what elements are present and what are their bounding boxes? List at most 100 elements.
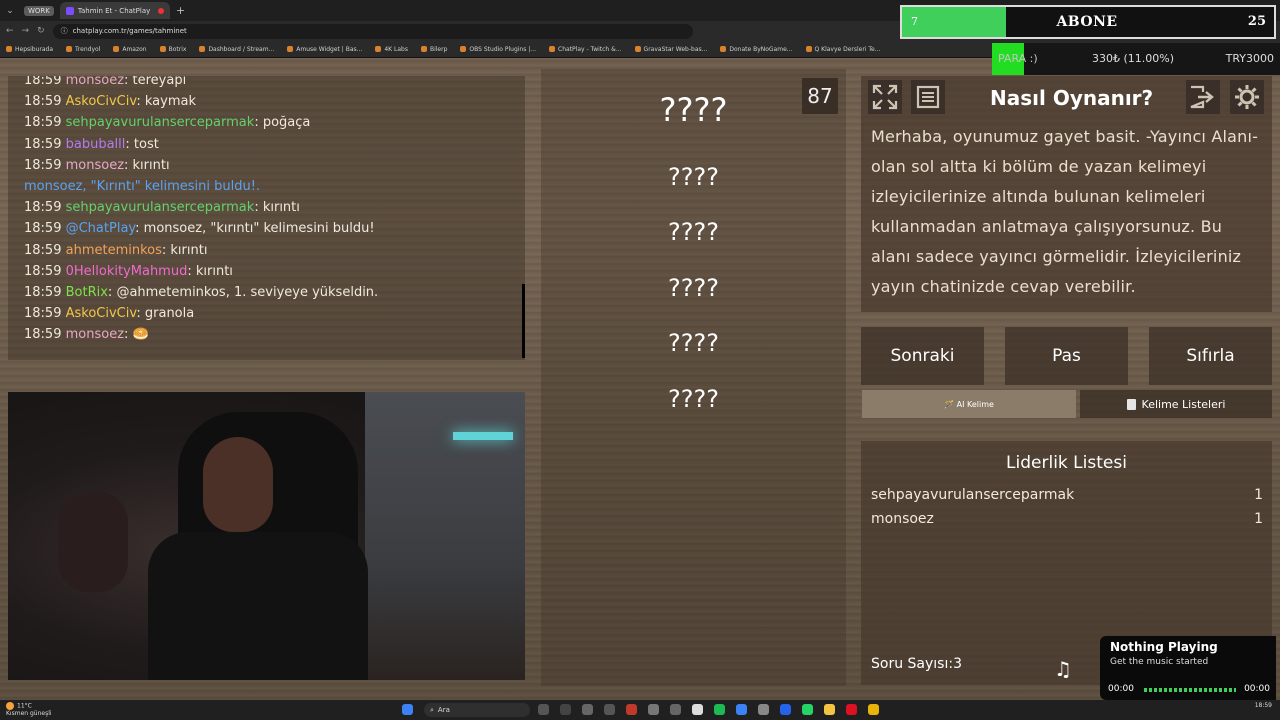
para-goal-bar: PARA :) 330₺ (11.00%) TRY3000 [992, 43, 1280, 75]
chevron-down-icon[interactable]: ⌄ [0, 0, 20, 21]
chat-username[interactable]: monsoez [66, 327, 124, 342]
taskbar-search[interactable]: ⌕ Ara [424, 703, 530, 717]
reset-button[interactable]: Sıfırla [1149, 327, 1272, 385]
profile-badge[interactable]: WORK [24, 5, 54, 16]
chat-username[interactable]: sehpayavurulanserceparmak [66, 200, 255, 215]
chat-text: poğaça [262, 115, 311, 131]
site-info-icon[interactable]: ⓘ [61, 26, 68, 36]
chat-username[interactable]: babuballl [66, 137, 126, 152]
exit-icon[interactable] [1186, 80, 1220, 114]
whatsapp-icon[interactable] [802, 704, 813, 715]
steam-icon[interactable] [582, 704, 593, 715]
windows-start-icon[interactable] [402, 704, 413, 715]
bookmark-item[interactable]: Hepsiburada [6, 46, 53, 53]
obs-icon[interactable] [692, 704, 703, 715]
bookmark-item[interactable]: 4K Labs [375, 46, 408, 53]
bookmark-label: ChatPlay - Twitch &... [558, 45, 622, 53]
chat-scrollbar[interactable] [522, 284, 525, 358]
next-button[interactable]: Sonraki [861, 327, 984, 385]
chat-separator: : [187, 263, 196, 279]
abone-target: 25 [1247, 14, 1266, 29]
ai-word-button[interactable]: 🪄 AI Kelime [862, 390, 1076, 418]
bookmark-item[interactable]: Donate ByNoGame... [720, 46, 793, 53]
document-icon[interactable] [911, 80, 945, 114]
chat-timestamp: 18:59 [24, 263, 62, 279]
chat-message: 18:59 BotRix: @ahmeteminkos, 1. seviyeye… [24, 285, 378, 300]
webcam-plush-toy [58, 492, 128, 592]
chat-separator: : [254, 200, 263, 216]
chat-username[interactable]: BotRix [66, 285, 108, 300]
chat-username[interactable]: sehpayavurulanserceparmak [66, 115, 255, 130]
back-icon[interactable]: ← [6, 26, 14, 36]
weather-desc: Kısmen güneşli [6, 710, 52, 717]
bookmark-item[interactable]: ChatPlay - Twitch &... [549, 46, 622, 53]
leaderboard-name: monsoez [871, 511, 934, 527]
reload-icon[interactable]: ↻ [37, 26, 45, 36]
weather-icon [6, 702, 14, 710]
chat-message: 18:59 monsoez: tereyapı [24, 76, 186, 88]
chat-text: kırıntı [170, 242, 208, 258]
bookmark-icon [549, 46, 556, 52]
app-icon[interactable] [780, 704, 791, 715]
leaderboard-row: sehpayavurulanserceparmak 1 [871, 487, 1263, 503]
file-explorer-icon[interactable] [824, 704, 835, 715]
bookmark-item[interactable]: Amuse Widget | Bas... [287, 46, 362, 53]
chat-text: @ahmeteminkos, 1. seviyeye yükseldin. [116, 285, 379, 300]
bookmark-item[interactable]: Q Klavye Dersleri Te... [805, 46, 880, 53]
opera-icon[interactable] [846, 704, 857, 715]
bookmark-item[interactable]: GravaStar Web-bas... [634, 45, 708, 53]
gear-icon[interactable] [1230, 80, 1264, 114]
bookmark-label: Trendyol [75, 45, 101, 53]
bookmark-item[interactable]: Amazon [113, 46, 147, 53]
bookmark-item[interactable]: OBS Studio Plugins |... [460, 46, 536, 53]
chat-timestamp: 18:59 [24, 327, 62, 343]
widgets-icon[interactable] [560, 704, 571, 715]
bookmark-item[interactable]: Trendyol [66, 46, 100, 53]
chat-username[interactable]: monsoez [66, 158, 124, 173]
bookmark-label: OBS Studio Plugins |... [469, 45, 537, 53]
bookmark-label: GravaStar Web-bas... [643, 45, 708, 53]
chat-timestamp: 18:59 [24, 76, 62, 88]
word-lists-button[interactable]: Kelime Listeleri [1080, 390, 1272, 418]
chat-timestamp: 18:59 [24, 157, 62, 173]
app-icon[interactable] [670, 704, 681, 715]
app-icon[interactable] [648, 704, 659, 715]
task-view-icon[interactable] [538, 704, 549, 715]
chat-username[interactable]: 0HellokityMahmud [66, 264, 188, 279]
answer-slot: ???? [668, 329, 719, 357]
music-progress-bar[interactable] [1144, 688, 1236, 692]
app-icon[interactable] [604, 704, 615, 715]
chrome-icon[interactable] [868, 704, 879, 715]
url-field[interactable]: ⓘ chatplay.com.tr/games/tahminet [52, 23, 693, 39]
bookmark-item[interactable]: Dashboard / Stream... [199, 46, 274, 53]
chat-username[interactable]: @ChatPlay [66, 221, 136, 236]
spotify-icon[interactable] [714, 704, 725, 715]
chat-message: monsoez, "Kırıntı" kelimesini buldu!. [24, 179, 260, 194]
pass-button[interactable]: Pas [1005, 327, 1128, 385]
bookmark-item[interactable]: Bilerp [420, 46, 447, 53]
webcam-person-body [148, 532, 368, 680]
bookmark-label: Botrix [168, 45, 187, 53]
bookmark-icon [113, 46, 120, 52]
fullscreen-icon[interactable] [868, 80, 902, 114]
chat-username[interactable]: monsoez [66, 76, 124, 88]
new-tab-icon[interactable]: + [176, 4, 185, 17]
bookmark-icon [720, 46, 727, 52]
word-lists-label: Kelime Listeleri [1141, 397, 1226, 411]
chat-username[interactable]: ahmeteminkos [66, 243, 162, 258]
chat-text: kırıntı [262, 200, 300, 216]
bookmark-item[interactable]: Botrix [159, 45, 187, 53]
forward-icon[interactable]: → [22, 26, 30, 36]
chat-username[interactable]: AskoCivCiv [66, 306, 137, 321]
music-widget: Nothing Playing Get the music started 00… [1100, 636, 1276, 700]
question-count: Soru Sayısı:3 [871, 656, 962, 672]
app-icon[interactable] [758, 704, 769, 715]
chat-username[interactable]: AskoCivCiv [66, 94, 137, 109]
app-icon[interactable] [736, 704, 747, 715]
para-label: PARA :) [998, 52, 1038, 65]
app-icon[interactable] [626, 704, 637, 715]
tab-chatplay[interactable]: Tahmin Et - ChatPlay [59, 2, 170, 19]
leaderboard-name: sehpayavurulanserceparmak [871, 487, 1075, 503]
music-note-icon: ♫ [1054, 657, 1072, 681]
weather-widget[interactable]: 11°C Kısmen güneşli [6, 702, 52, 717]
